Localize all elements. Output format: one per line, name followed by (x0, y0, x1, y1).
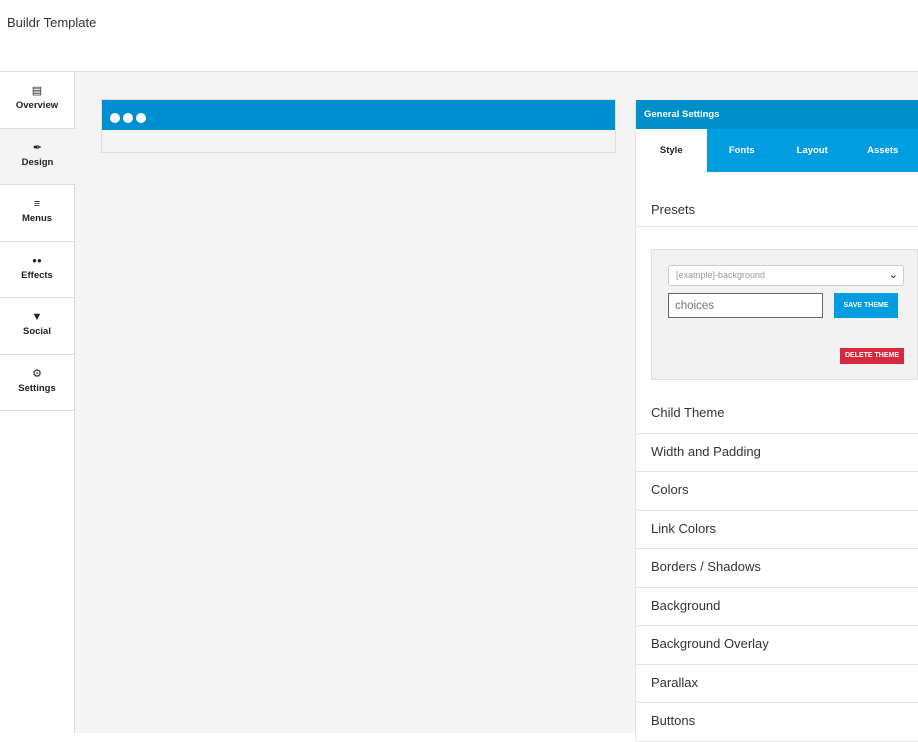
delete-theme-button[interactable]: DELETE THEME (840, 348, 904, 364)
book-icon: ▤ (0, 84, 74, 98)
main-canvas: General Settings Style Fonts Layout Asse… (75, 72, 918, 733)
sidebar-item-label: Effects (0, 270, 74, 281)
sidebar-item-label: Design (0, 157, 75, 168)
sidebar-item-label: Overview (0, 100, 74, 111)
preset-select[interactable]: [example]-background ⌄ (668, 265, 904, 286)
sidebar-item-overview[interactable]: ▤ Overview (0, 72, 74, 129)
app-title: Buildr Template (7, 15, 96, 30)
gear-icon: ⚙ (0, 367, 74, 381)
section-width-padding[interactable]: Width and Padding (636, 434, 918, 473)
feather-icon: ✒ (0, 141, 75, 155)
section-link-colors[interactable]: Link Colors (636, 511, 918, 550)
preview-titlebar (102, 100, 615, 130)
sidebar-item-design[interactable]: ✒ Design (0, 129, 75, 186)
section-child-theme[interactable]: Child Theme (636, 395, 918, 434)
menu-icon: ≡ (0, 197, 74, 211)
sidebar-item-effects[interactable]: ●● Effects (0, 242, 74, 299)
settings-tabs: Style Fonts Layout Assets (636, 129, 918, 172)
sidebar-item-menus[interactable]: ≡ Menus (0, 185, 74, 242)
presets-heading[interactable]: Presets (636, 190, 918, 227)
panel-title: General Settings (636, 100, 918, 129)
section-parallax[interactable]: Parallax (636, 665, 918, 704)
tab-fonts[interactable]: Fonts (707, 129, 778, 172)
tab-layout[interactable]: Layout (777, 129, 848, 172)
sidebar-item-label: Settings (0, 383, 74, 394)
sidebar: ▤ Overview ✒ Design ≡ Menus ●● Effects ▼ Soci… (0, 72, 75, 733)
window-dot-icon (136, 113, 146, 123)
sidebar-item-label: Menus (0, 213, 74, 224)
general-settings-panel: General Settings Style Fonts Layout Asse… (635, 100, 918, 740)
settings-sections: Child Theme Width and Padding Colors Lin… (636, 395, 918, 742)
sidebar-item-settings[interactable]: ⚙ Settings (0, 355, 74, 412)
save-theme-button[interactable]: SAVE THEME (834, 293, 898, 318)
section-colors[interactable]: Colors (636, 472, 918, 511)
theme-name-input[interactable] (668, 293, 823, 318)
preview-window (101, 99, 616, 153)
tab-assets[interactable]: Assets (848, 129, 918, 172)
window-dot-icon (123, 113, 133, 123)
section-background-overlay[interactable]: Background Overlay (636, 626, 918, 665)
presets-box: [example]-background ⌄ SAVE THEME DELETE … (651, 249, 918, 380)
sidebar-item-label: Social (0, 326, 74, 337)
chevron-down-icon: ⌄ (889, 268, 898, 281)
section-buttons[interactable]: Buttons (636, 703, 918, 742)
twitter-icon: ▼ (0, 310, 74, 324)
window-dot-icon (110, 113, 120, 123)
drops-icon: ●● (0, 254, 74, 268)
sidebar-item-social[interactable]: ▼ Social (0, 298, 74, 355)
section-borders-shadows[interactable]: Borders / Shadows (636, 549, 918, 588)
preset-select-value: [example]-background (676, 270, 765, 280)
section-background[interactable]: Background (636, 588, 918, 627)
tab-style[interactable]: Style (636, 129, 707, 172)
top-bar: Buildr Template (0, 0, 918, 72)
